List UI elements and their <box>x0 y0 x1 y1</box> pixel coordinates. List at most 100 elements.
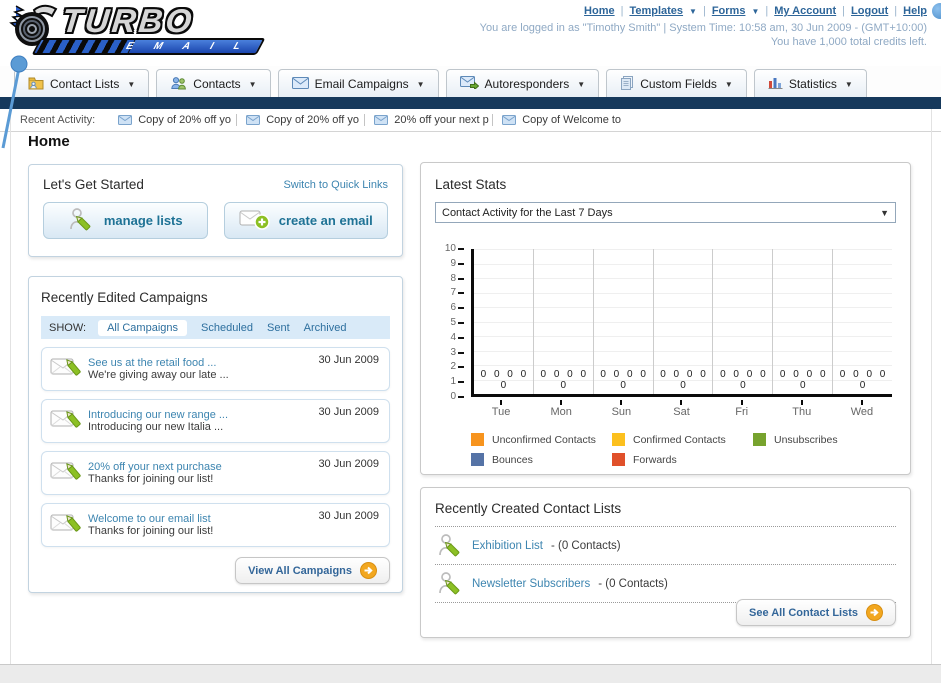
tab-autoresponders[interactable]: Autoresponders ▼ <box>445 69 600 98</box>
contact-lists-icon <box>28 76 44 93</box>
chart-category-group: 0 0 0 0 0 <box>833 249 892 394</box>
chart-category-group: 0 0 0 0 0 <box>474 249 534 394</box>
x-tick-label: Wed <box>832 400 892 418</box>
tab-label: Autoresponders <box>484 77 570 91</box>
tab-contacts[interactable]: Contacts ▼ <box>156 69 271 98</box>
nav-separator: | <box>765 5 769 17</box>
manage-lists-label: manage lists <box>103 213 183 228</box>
contact-list-name-link[interactable]: Exhibition List <box>472 540 543 552</box>
tab-contact-lists[interactable]: Contact Lists ▼ <box>14 69 150 98</box>
y-tick-mark <box>458 292 464 295</box>
login-info: You are logged in as "Timothy Smith" | S… <box>479 22 927 34</box>
envelope-pencil-icon <box>50 353 84 385</box>
latest-stats-title: Latest Stats <box>435 177 507 192</box>
y-tick-label: 3 <box>450 347 464 358</box>
contact-list-name-link[interactable]: Newsletter Subscribers <box>472 578 590 590</box>
y-tick-mark <box>458 248 464 250</box>
filter-scheduled[interactable]: Scheduled <box>201 322 253 334</box>
x-tick-text: Thu <box>792 406 812 418</box>
nav-link-help[interactable]: Help <box>903 5 927 17</box>
contacts-icon <box>170 76 187 93</box>
chevron-down-icon: ▼ <box>416 79 425 89</box>
x-tick-label: Fri <box>712 400 772 418</box>
legend-swatch <box>753 433 766 446</box>
campaign-item[interactable]: See us at the retail food ... We're givin… <box>41 347 390 391</box>
nav-link-templates[interactable]: Templates <box>629 5 683 17</box>
campaign-item[interactable]: Introducing our new range ... Introducing… <box>41 399 390 443</box>
x-tick-label: Thu <box>772 400 832 418</box>
chevron-down-icon: ▼ <box>577 79 586 89</box>
chart-category-group: 0 0 0 0 0 <box>773 249 834 394</box>
recent-activity-label: Recent Activity: <box>20 114 96 126</box>
arrow-circle-icon <box>360 562 377 579</box>
legend-item: Confirmed Contacts <box>612 433 753 446</box>
recent-activity-item[interactable]: 20% off your next p <box>365 114 494 126</box>
switch-quick-links[interactable]: Switch to Quick Links <box>283 179 388 191</box>
nav-link-my-account[interactable]: My Account <box>774 5 836 17</box>
contact-list-item[interactable]: Newsletter Subscribers - (0 Contacts) <box>435 565 896 603</box>
x-tick-text: Sun <box>611 406 632 418</box>
turbo-email-logo: TURBO E M A I L <box>6 2 286 62</box>
x-tick-mark <box>680 400 683 405</box>
recently-edited-campaigns-panel: Recently Edited Campaigns SHOW: All Camp… <box>28 276 403 593</box>
page-title: Home <box>28 133 70 150</box>
chart-value-labels: 0 0 0 0 0 <box>779 369 826 391</box>
view-all-campaigns-button[interactable]: View All Campaigns <box>235 557 390 584</box>
tab-statistics[interactable]: Statistics ▼ <box>753 69 867 98</box>
filter-all-campaigns[interactable]: All Campaigns <box>98 319 187 336</box>
tab-label: Contacts <box>193 77 241 91</box>
campaign-subtitle: We're giving away our late ... <box>88 369 229 381</box>
campaign-item[interactable]: 20% off your next purchase Thanks for joi… <box>41 451 390 495</box>
nav-link-home[interactable]: Home <box>584 5 615 17</box>
recent-activity-item-label: Copy of 20% off yo <box>138 114 231 126</box>
top-nav: Home | Templates ▼ | Forms ▼ | My Account | Logout… <box>584 5 927 17</box>
tab-custom-fields[interactable]: Custom Fields ▼ <box>606 69 747 98</box>
contact-list-item[interactable]: Exhibition List - (0 Contacts) <box>435 527 896 565</box>
y-tick-mark <box>458 336 464 339</box>
recent-activity-item[interactable]: Copy of 20% off yo <box>237 114 366 126</box>
y-tick-mark <box>458 322 464 324</box>
manage-lists-button[interactable]: manage lists <box>43 202 208 239</box>
chart-category-group: 0 0 0 0 0 <box>594 249 654 394</box>
x-tick-label: Sat <box>651 400 711 418</box>
footer-strip <box>0 664 941 683</box>
y-tick-label: 4 <box>450 332 464 343</box>
legend-item: Forwards <box>612 453 753 466</box>
contact-list-count: - (0 Contacts) <box>598 577 668 590</box>
legend-swatch <box>471 433 484 446</box>
chevron-down-icon: ▼ <box>880 207 889 218</box>
legend-label: Confirmed Contacts <box>633 433 726 446</box>
recent-activity-item[interactable]: Copy of Welcome to <box>493 114 621 126</box>
recent-activity-bar: Recent Activity: Copy of 20% off yo Copy … <box>0 109 941 132</box>
campaigns-filter-bar: SHOW: All Campaigns Scheduled Sent Archived <box>41 316 390 339</box>
stats-period-select[interactable]: Contact Activity for the Last 7 Days ▼ <box>435 202 896 223</box>
y-tick-mark <box>458 262 464 265</box>
x-tick-text: Tue <box>491 406 511 418</box>
recent-activity-item[interactable]: Copy of 20% off yo <box>109 114 238 126</box>
y-tick-mark <box>458 351 464 354</box>
see-all-contact-lists-button[interactable]: See All Contact Lists <box>735 599 896 626</box>
tab-email-campaigns[interactable]: Email Campaigns ▼ <box>277 69 439 98</box>
x-axis-labels: Tue Mon Sun Sat Fri Thu Wed <box>471 400 892 418</box>
logo-title: TURBO <box>60 2 197 39</box>
y-tick-label: 10 <box>445 244 464 254</box>
nav-link-forms[interactable]: Forms <box>712 5 746 17</box>
x-tick-mark <box>860 400 863 405</box>
chart-value-labels: 0 0 0 0 0 <box>839 369 886 391</box>
person-pencil-icon <box>68 206 95 236</box>
y-tick-mark <box>458 277 464 280</box>
x-tick-mark <box>740 400 743 405</box>
nav-link-logout[interactable]: Logout <box>851 5 888 17</box>
x-tick-mark <box>560 400 563 405</box>
create-email-button[interactable]: create an email <box>223 202 388 239</box>
filter-archived[interactable]: Archived <box>304 322 347 334</box>
legend-swatch <box>612 453 625 466</box>
filter-sent[interactable]: Sent <box>267 322 290 334</box>
y-tick-label: 5 <box>450 318 464 328</box>
x-tick-mark <box>620 400 623 405</box>
legend-item: Unsubscribes <box>753 433 894 446</box>
recently-created-contact-lists-panel: Recently Created Contact Lists Exhibitio… <box>420 487 911 638</box>
envelope-pencil-icon <box>50 509 84 541</box>
campaign-item[interactable]: Welcome to our email list Thanks for join… <box>41 503 390 547</box>
x-tick-mark <box>800 400 803 405</box>
